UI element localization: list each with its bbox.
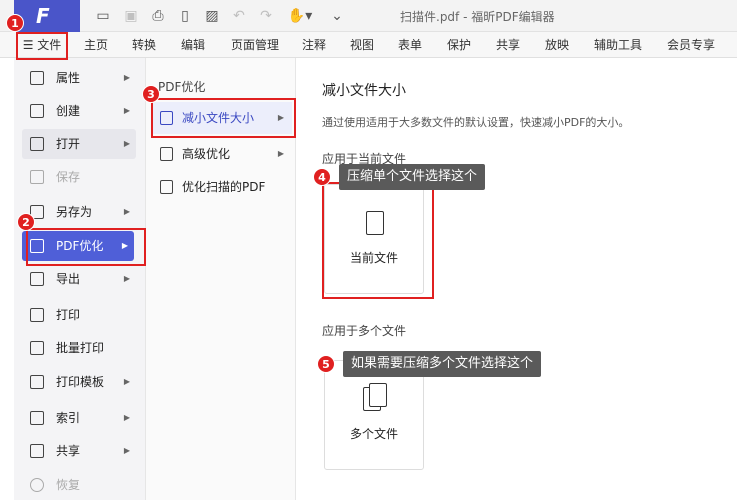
index-icon	[30, 411, 44, 425]
left-item-batch-print[interactable]: 批量打印	[22, 333, 136, 363]
menu-form[interactable]: 表单	[398, 32, 422, 58]
file-menu-panel: 属性 ▶ 创建 ▶ 打开 ▶ 保存 另存为 ▶ PDF优化 ▶ 导出 ▶ 打印 …	[14, 58, 146, 500]
mid-item-optimize-scanned[interactable]: 优化扫描的PDF	[152, 171, 292, 203]
section-multi-label: 应用于多个文件	[322, 324, 407, 338]
chevron-right-icon: ▶	[277, 149, 284, 158]
create-icon	[30, 104, 44, 118]
menu-protect[interactable]: 保护	[447, 32, 471, 58]
left-item-print-template[interactable]: 打印模板 ▶	[22, 367, 136, 397]
chevron-right-icon: ▶	[123, 377, 130, 386]
menu-member[interactable]: 会员专享	[667, 32, 715, 58]
restore-icon	[30, 478, 44, 492]
left-item-index[interactable]: 索引 ▶	[22, 403, 136, 433]
left-item-save[interactable]: 保存	[22, 162, 136, 192]
document-title: 扫描件.pdf - 福昕PDF编辑器	[400, 10, 555, 24]
highlight-reduce-size	[151, 98, 296, 138]
tip-single-file: 压缩单个文件选择这个	[339, 164, 486, 190]
export-icon	[30, 272, 44, 286]
image-icon[interactable]: ▨	[203, 7, 221, 25]
folder-icon[interactable]: ▭	[94, 7, 112, 25]
highlight-pdf-optimize	[26, 228, 146, 266]
left-item-restore[interactable]: 恢复	[22, 470, 136, 500]
chevron-right-icon: ▶	[123, 106, 130, 115]
left-item-save-as[interactable]: 另存为 ▶	[22, 197, 136, 227]
print-template-icon	[30, 375, 44, 389]
print-icon[interactable]: ⎙	[149, 7, 167, 25]
menu-accessibility[interactable]: 辅助工具	[594, 32, 642, 58]
chevron-right-icon: ▶	[123, 413, 130, 422]
open-icon	[30, 137, 44, 151]
chevron-right-icon: ▶	[123, 274, 130, 283]
hand-tool-icon[interactable]: ✋▾	[286, 7, 314, 25]
redo-icon[interactable]: ↷	[257, 7, 275, 25]
app-window: F ▭ ▣ ⎙ ▯ ▨ ↶ ↷ ✋▾ ⌄ 扫描件.pdf - 福昕PDF编辑器 …	[0, 0, 737, 500]
optimize-scanned-icon	[160, 180, 173, 194]
print-icon	[30, 308, 44, 322]
left-item-print[interactable]: 打印	[22, 300, 136, 330]
left-item-export[interactable]: 导出 ▶	[22, 264, 136, 294]
submenu-heading: PDF优化	[158, 80, 206, 94]
menu-home[interactable]: 主页	[84, 32, 108, 58]
step-badge-1: 1	[6, 14, 24, 32]
highlight-current-file	[322, 182, 434, 299]
left-item-share[interactable]: 共享 ▶	[22, 436, 136, 466]
left-item-open[interactable]: 打开 ▶	[22, 129, 136, 159]
document-icon[interactable]: ▯	[176, 7, 194, 25]
step-badge-4: 4	[313, 168, 331, 186]
content-title: 减小文件大小	[322, 83, 406, 99]
documents-icon	[369, 383, 387, 407]
chevron-right-icon: ▶	[123, 73, 130, 82]
menu-slideshow[interactable]: 放映	[545, 32, 569, 58]
chevron-down-icon[interactable]: ⌄	[328, 7, 346, 25]
left-item-properties[interactable]: 属性 ▶	[22, 63, 136, 93]
step-badge-3: 3	[142, 85, 160, 103]
content-description: 通过使用适用于大多数文件的默认设置，快速减小PDF的大小。	[322, 116, 630, 129]
menu-page-manage[interactable]: 页面管理	[231, 32, 279, 58]
menu-share[interactable]: 共享	[496, 32, 520, 58]
menu-bar: ☰ 文件 主页 转换 编辑 页面管理 注释 视图 表单 保护 共享 放映 辅助工…	[0, 32, 737, 58]
left-item-create[interactable]: 创建 ▶	[22, 96, 136, 126]
batch-print-icon	[30, 341, 44, 355]
menu-view[interactable]: 视图	[350, 32, 374, 58]
save-icon[interactable]: ▣	[122, 7, 140, 25]
title-bar: F ▭ ▣ ⎙ ▯ ▨ ↶ ↷ ✋▾ ⌄ 扫描件.pdf - 福昕PDF编辑器	[0, 0, 737, 32]
mid-item-advanced-optimize[interactable]: 高级优化 ▶	[152, 138, 292, 170]
app-logo: F	[14, 0, 80, 32]
undo-icon[interactable]: ↶	[230, 7, 248, 25]
tip-multi-file: 如果需要压缩多个文件选择这个	[343, 351, 542, 377]
menu-convert[interactable]: 转换	[132, 32, 156, 58]
chevron-right-icon: ▶	[123, 207, 130, 216]
share-icon	[30, 444, 44, 458]
chevron-right-icon: ▶	[123, 139, 130, 148]
step-badge-5: 5	[317, 355, 335, 373]
menu-edit[interactable]: 编辑	[181, 32, 205, 58]
highlight-file-menu	[16, 32, 68, 60]
properties-icon	[30, 71, 44, 85]
chevron-right-icon: ▶	[123, 446, 130, 455]
step-badge-2: 2	[17, 213, 35, 231]
advanced-optimize-icon	[160, 147, 173, 161]
menu-comment[interactable]: 注释	[302, 32, 326, 58]
save-icon	[30, 170, 44, 184]
